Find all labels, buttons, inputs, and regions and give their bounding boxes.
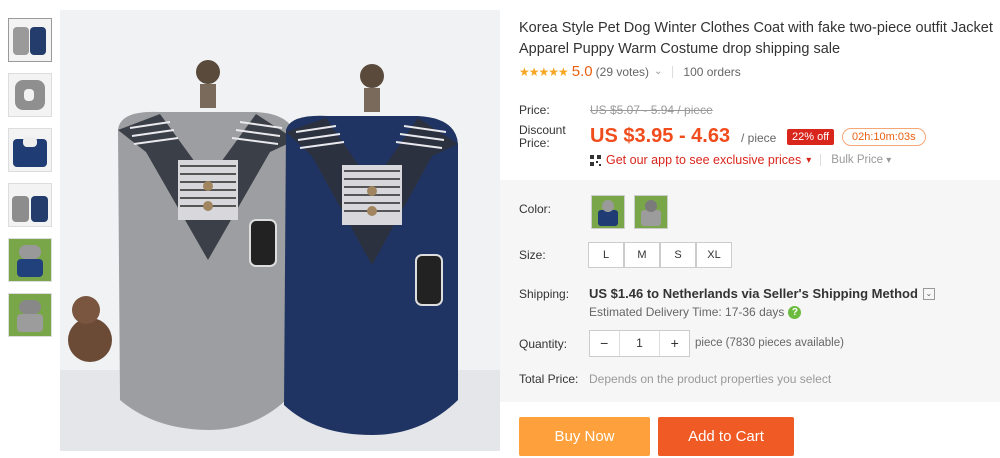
app-promo-text[interactable]: Get our app to see exclusive prices <box>606 153 801 167</box>
app-promo[interactable]: Get our app to see exclusive prices ▾ Bu… <box>590 153 891 167</box>
rating-score: 5.0 <box>571 63 593 80</box>
shipping-value: US $1.46 to Netherlands via Seller's Shi… <box>589 286 918 301</box>
color-swatch-gray <box>635 196 667 228</box>
quantity-decrease-button[interactable]: − <box>590 331 620 356</box>
discount-badge: 22% off <box>787 129 835 145</box>
color-swatch-blue <box>592 196 624 228</box>
shipping-label: Shipping: <box>519 287 570 301</box>
color-label: Color: <box>519 202 552 216</box>
thumbnail-2[interactable] <box>8 73 52 117</box>
quantity-input[interactable]: 1 <box>620 331 660 356</box>
price-label: Price: <box>519 103 550 117</box>
price-unit: / piece <box>741 131 777 145</box>
orders-count: 100 orders <box>683 64 741 79</box>
size-option-s[interactable]: S <box>660 242 696 268</box>
quantity-stepper: − 1 + <box>589 330 690 357</box>
thumbnail-4[interactable] <box>8 183 52 227</box>
product-title: Korea Style Pet Dog Winter Clothes Coat … <box>519 20 993 57</box>
current-price: US $3.95 - 4.63 <box>590 125 731 147</box>
main-product-image[interactable] <box>60 10 500 451</box>
thumbnail-5[interactable] <box>8 238 52 282</box>
buy-now-button[interactable]: Buy Now <box>519 417 650 456</box>
quantity-label: Quantity: <box>519 337 568 351</box>
product-options-panel: Color: Size: L M S XL Shipping: US $1.46… <box>500 180 1000 402</box>
quantity-available: piece (7830 pieces available) <box>695 337 844 349</box>
price-section: Price: US $5.07 - 5.94 / piece Discount … <box>510 92 1000 179</box>
original-price: US $5.07 - 5.94 / piece <box>590 103 713 117</box>
rating-votes[interactable]: (29 votes) <box>596 65 649 79</box>
caret-down-icon: ▾ <box>806 154 812 166</box>
total-price-value: Depends on the product properties you se… <box>589 372 832 386</box>
color-option-blue[interactable] <box>591 195 625 229</box>
total-price-label: Total Price: <box>519 372 579 386</box>
discount-label-line-1: Discount <box>519 123 566 137</box>
product-photo <box>60 10 500 451</box>
delivery-estimate: Estimated Delivery Time: 17-36 days ? <box>589 305 802 319</box>
delivery-estimate-text: Estimated Delivery Time: 17-36 days <box>589 305 785 319</box>
add-to-cart-button[interactable]: Add to Cart <box>658 417 794 456</box>
divider <box>672 65 674 78</box>
quantity-increase-button[interactable]: + <box>659 331 689 356</box>
color-option-gray[interactable] <box>634 195 668 229</box>
thumbnail-list <box>8 18 52 348</box>
thumbnail-1[interactable] <box>8 18 52 62</box>
rating-row: ★★★★★ 5.0 (29 votes) ⌄ 100 orders <box>519 63 741 80</box>
thumbnail-6[interactable] <box>8 293 52 337</box>
shipping-dropdown-icon[interactable]: ⌄ <box>922 287 935 300</box>
bulk-price-text: Bulk Price <box>831 154 884 166</box>
discount-price-label: Discount Price: <box>519 124 566 150</box>
qr-code-icon <box>590 154 601 166</box>
bulk-price-link[interactable]: Bulk Price ▾ <box>820 154 891 166</box>
countdown-timer: 02h:10m:03s <box>842 128 926 146</box>
size-option-xl[interactable]: XL <box>696 242 732 268</box>
help-icon[interactable]: ? <box>788 305 802 319</box>
thumbnail-3[interactable] <box>8 128 52 172</box>
size-option-m[interactable]: M <box>624 242 660 268</box>
bulk-caret-icon: ▾ <box>886 155 892 166</box>
discount-label-line-2: Price: <box>519 136 550 150</box>
rating-stars: ★★★★★ <box>519 64 569 79</box>
shipping-method[interactable]: US $1.46 to Netherlands via Seller's Shi… <box>589 286 935 301</box>
chevron-down-icon[interactable]: ⌄ <box>654 66 662 77</box>
size-option-l[interactable]: L <box>588 242 624 268</box>
size-label: Size: <box>519 248 546 262</box>
